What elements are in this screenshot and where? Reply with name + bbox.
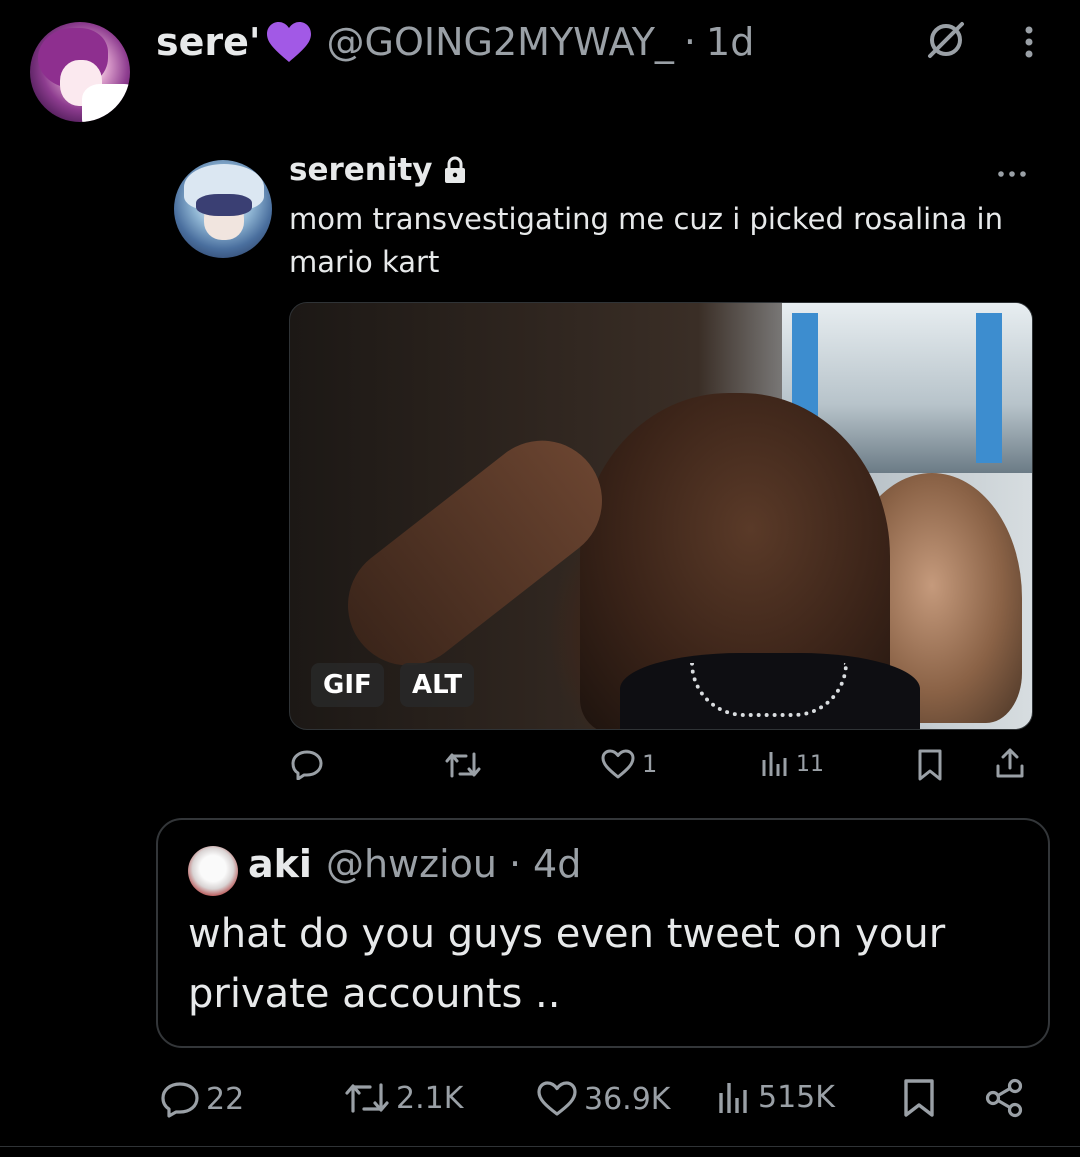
bookmark-button[interactable] bbox=[902, 1078, 936, 1118]
reply-count: 22 bbox=[206, 1081, 245, 1117]
divider bbox=[0, 1146, 1080, 1147]
embedded-views-count: 11 bbox=[796, 751, 824, 777]
embedded-post-text: mom transvestigating me cuz i picked ros… bbox=[289, 202, 1003, 279]
author-name[interactable]: sere' bbox=[156, 20, 261, 64]
embedded-author-avatar[interactable] bbox=[174, 160, 272, 258]
author-handle[interactable]: @GOING2MYWAY_ bbox=[327, 20, 674, 64]
quoted-post-time[interactable]: 4d bbox=[533, 842, 581, 886]
like-button[interactable]: 36.9K bbox=[536, 1080, 670, 1118]
repost-icon bbox=[345, 1083, 389, 1113]
embedded-views-button[interactable]: 11 bbox=[760, 750, 824, 778]
repost-icon bbox=[445, 752, 481, 778]
alt-badge[interactable]: ALT bbox=[400, 663, 475, 707]
heart-icon bbox=[601, 749, 635, 779]
quoted-author-name[interactable]: aki bbox=[248, 842, 312, 886]
more-vertical-icon[interactable] bbox=[1020, 22, 1038, 62]
embedded-share-button[interactable] bbox=[994, 746, 1026, 780]
views-icon bbox=[719, 1082, 747, 1113]
embedded-like-button[interactable]: 1 bbox=[600, 748, 657, 780]
no-entry-icon[interactable] bbox=[924, 20, 968, 60]
embedded-reply-button[interactable] bbox=[290, 748, 324, 780]
post-header: sere' @GOING2MYWAY_ · 1d bbox=[156, 16, 754, 68]
tweet-detail-page: sere' @GOING2MYWAY_ · 1d serenity mom tr… bbox=[0, 0, 1080, 1157]
repost-button[interactable]: 2.1K bbox=[344, 1080, 463, 1116]
quoted-author-handle[interactable]: @hwziou bbox=[326, 842, 497, 886]
avatar-clothing-shape bbox=[82, 84, 130, 122]
like-count: 36.9K bbox=[584, 1081, 671, 1117]
embedded-author-name[interactable]: serenity bbox=[289, 152, 433, 188]
share-icon bbox=[985, 1078, 1023, 1118]
views-button[interactable]: 515K bbox=[716, 1080, 835, 1115]
bookmark-icon bbox=[918, 749, 942, 781]
reply-button[interactable]: 22 bbox=[160, 1080, 244, 1118]
gif-badge: GIF bbox=[311, 663, 384, 707]
embedded-author-name-row: serenity bbox=[289, 152, 467, 188]
equipment-bar bbox=[976, 313, 1002, 463]
quoted-header-separator: · bbox=[508, 842, 522, 886]
embedded-repost-button[interactable] bbox=[444, 750, 482, 780]
views-icon bbox=[762, 752, 787, 776]
header-separator: · bbox=[683, 20, 697, 64]
embedded-gif-media[interactable]: GIF ALT bbox=[289, 302, 1033, 730]
embedded-bookmark-button[interactable] bbox=[916, 748, 944, 782]
lock-icon bbox=[443, 156, 467, 184]
author-avatar[interactable] bbox=[30, 22, 130, 122]
share-button[interactable] bbox=[984, 1078, 1024, 1118]
views-count: 515K bbox=[758, 1080, 835, 1115]
quoted-post-card[interactable]: aki @hwziou · 4d what do you guys even t… bbox=[156, 818, 1050, 1048]
reply-icon bbox=[161, 1082, 199, 1118]
bookmark-icon bbox=[904, 1079, 934, 1117]
share-icon bbox=[996, 748, 1024, 778]
repost-count: 2.1K bbox=[396, 1080, 464, 1116]
post-time[interactable]: 1d bbox=[706, 20, 754, 64]
purple-heart-icon bbox=[265, 20, 313, 64]
embedded-like-count: 1 bbox=[642, 750, 658, 778]
quoted-post-text: what do you guys even tweet on your priv… bbox=[188, 911, 946, 1017]
heart-icon bbox=[537, 1081, 577, 1116]
more-horizontal-icon[interactable] bbox=[996, 168, 1028, 180]
reply-icon bbox=[291, 750, 323, 780]
quoted-post-header: aki @hwziou · 4d bbox=[248, 842, 581, 886]
quoted-author-avatar[interactable] bbox=[188, 846, 238, 896]
avatar-hair-shape bbox=[196, 194, 252, 216]
